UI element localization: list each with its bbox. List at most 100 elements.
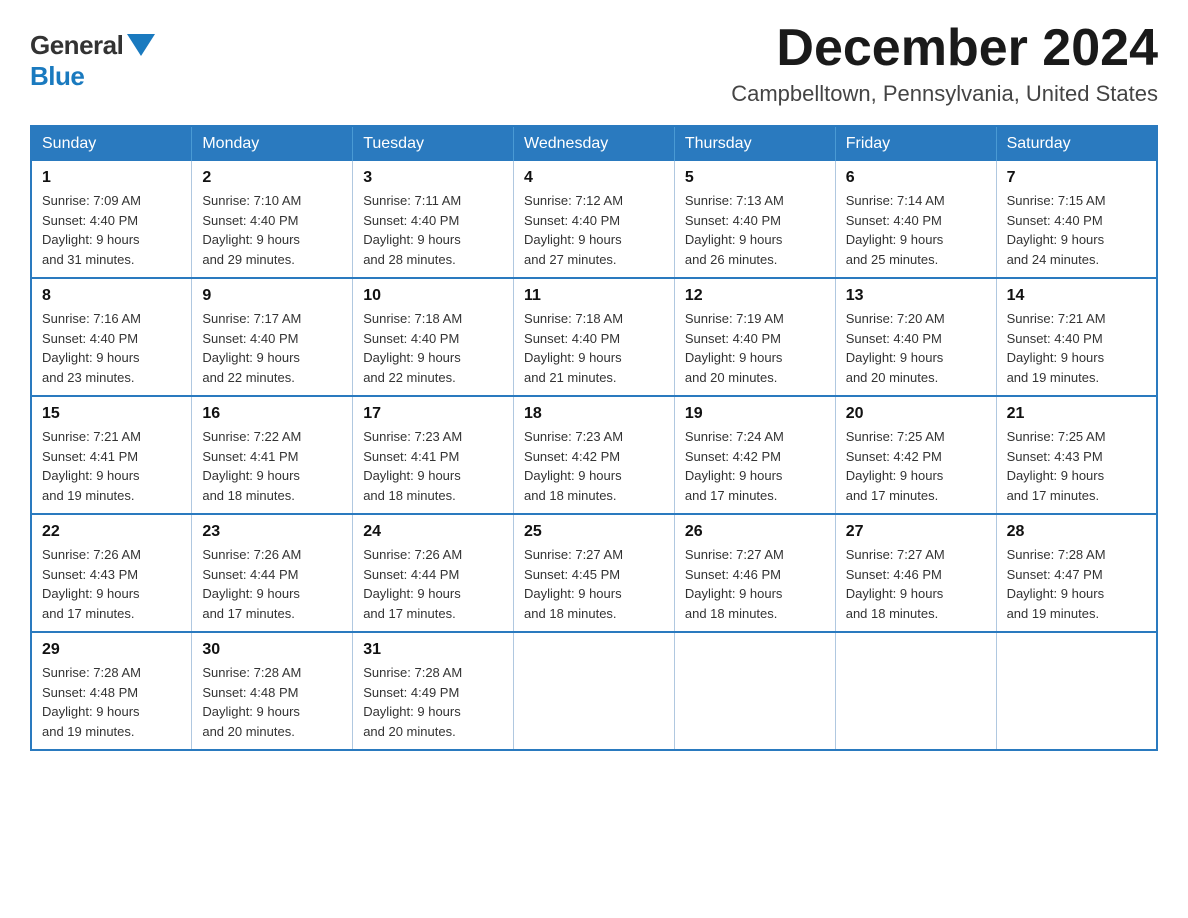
day-number: 2 — [202, 169, 342, 187]
calendar-cell: 6 Sunrise: 7:14 AMSunset: 4:40 PMDaylight… — [835, 161, 996, 278]
calendar-cell — [514, 632, 675, 750]
calendar-cell: 29 Sunrise: 7:28 AMSunset: 4:48 PMDayligh… — [31, 632, 192, 750]
day-number: 8 — [42, 287, 181, 305]
day-info: Sunrise: 7:25 AMSunset: 4:42 PMDaylight:… — [846, 427, 986, 505]
day-info: Sunrise: 7:15 AMSunset: 4:40 PMDaylight:… — [1007, 191, 1146, 269]
day-info: Sunrise: 7:11 AMSunset: 4:40 PMDaylight:… — [363, 191, 503, 269]
location-title: Campbelltown, Pennsylvania, United State… — [731, 81, 1158, 107]
day-number: 14 — [1007, 287, 1146, 305]
day-info: Sunrise: 7:26 AMSunset: 4:44 PMDaylight:… — [363, 545, 503, 623]
calendar-cell: 25Sunrise: 7:27 AMSunset: 4:45 PMDayligh… — [514, 514, 675, 632]
logo: General Blue — [30, 30, 155, 92]
day-info: Sunrise: 7:20 AMSunset: 4:40 PMDaylight:… — [846, 309, 986, 387]
day-number: 3 — [363, 169, 503, 187]
day-info: Sunrise: 7:10 AMSunset: 4:40 PMDaylight:… — [202, 191, 342, 269]
day-number: 20 — [846, 405, 986, 423]
calendar-cell: 27 Sunrise: 7:27 AMSunset: 4:46 PMDayligh… — [835, 514, 996, 632]
calendar-cell: 18 Sunrise: 7:23 AMSunset: 4:42 PMDayligh… — [514, 396, 675, 514]
day-number: 12 — [685, 287, 825, 305]
calendar-cell: 8Sunrise: 7:16 AMSunset: 4:40 PMDaylight… — [31, 278, 192, 396]
calendar-cell: 15Sunrise: 7:21 AMSunset: 4:41 PMDayligh… — [31, 396, 192, 514]
calendar-week-row: 15Sunrise: 7:21 AMSunset: 4:41 PMDayligh… — [31, 396, 1157, 514]
day-info: Sunrise: 7:18 AMSunset: 4:40 PMDaylight:… — [363, 309, 503, 387]
day-number: 30 — [202, 641, 342, 659]
day-info: Sunrise: 7:28 AMSunset: 4:48 PMDaylight:… — [42, 663, 181, 741]
weekday-header-wednesday: Wednesday — [514, 126, 675, 161]
calendar-cell — [835, 632, 996, 750]
day-number: 31 — [363, 641, 503, 659]
day-number: 6 — [846, 169, 986, 187]
day-number: 17 — [363, 405, 503, 423]
day-number: 27 — [846, 523, 986, 541]
day-info: Sunrise: 7:28 AMSunset: 4:48 PMDaylight:… — [202, 663, 342, 741]
day-info: Sunrise: 7:26 AMSunset: 4:44 PMDaylight:… — [202, 545, 342, 623]
calendar-cell: 24 Sunrise: 7:26 AMSunset: 4:44 PMDayligh… — [353, 514, 514, 632]
day-info: Sunrise: 7:13 AMSunset: 4:40 PMDaylight:… — [685, 191, 825, 269]
calendar-cell: 13 Sunrise: 7:20 AMSunset: 4:40 PMDayligh… — [835, 278, 996, 396]
day-info: Sunrise: 7:09 AMSunset: 4:40 PMDaylight:… — [42, 191, 181, 269]
day-info: Sunrise: 7:22 AMSunset: 4:41 PMDaylight:… — [202, 427, 342, 505]
day-number: 22 — [42, 523, 181, 541]
day-info: Sunrise: 7:28 AMSunset: 4:47 PMDaylight:… — [1007, 545, 1146, 623]
calendar-cell: 4Sunrise: 7:12 AMSunset: 4:40 PMDaylight… — [514, 161, 675, 278]
day-number: 26 — [685, 523, 825, 541]
calendar-cell: 19Sunrise: 7:24 AMSunset: 4:42 PMDayligh… — [674, 396, 835, 514]
calendar-week-row: 8Sunrise: 7:16 AMSunset: 4:40 PMDaylight… — [31, 278, 1157, 396]
day-number: 10 — [363, 287, 503, 305]
calendar-cell: 16 Sunrise: 7:22 AMSunset: 4:41 PMDayligh… — [192, 396, 353, 514]
calendar-cell: 23 Sunrise: 7:26 AMSunset: 4:44 PMDayligh… — [192, 514, 353, 632]
logo-triangle-icon — [127, 34, 155, 56]
title-area: December 2024 Campbelltown, Pennsylvania… — [731, 20, 1158, 107]
day-number: 16 — [202, 405, 342, 423]
day-number: 24 — [363, 523, 503, 541]
calendar-cell: 26 Sunrise: 7:27 AMSunset: 4:46 PMDayligh… — [674, 514, 835, 632]
day-number: 13 — [846, 287, 986, 305]
day-number: 5 — [685, 169, 825, 187]
weekday-header-thursday: Thursday — [674, 126, 835, 161]
calendar-week-row: 22Sunrise: 7:26 AMSunset: 4:43 PMDayligh… — [31, 514, 1157, 632]
weekday-header-sunday: Sunday — [31, 126, 192, 161]
calendar-cell: 7 Sunrise: 7:15 AMSunset: 4:40 PMDaylight… — [996, 161, 1157, 278]
day-number: 23 — [202, 523, 342, 541]
day-number: 9 — [202, 287, 342, 305]
weekday-header-saturday: Saturday — [996, 126, 1157, 161]
calendar-cell: 31 Sunrise: 7:28 AMSunset: 4:49 PMDayligh… — [353, 632, 514, 750]
calendar-cell: 5 Sunrise: 7:13 AMSunset: 4:40 PMDaylight… — [674, 161, 835, 278]
day-number: 11 — [524, 287, 664, 305]
day-number: 1 — [42, 169, 181, 187]
calendar-cell — [996, 632, 1157, 750]
calendar-cell: 1 Sunrise: 7:09 AMSunset: 4:40 PMDaylight… — [31, 161, 192, 278]
calendar-table: SundayMondayTuesdayWednesdayThursdayFrid… — [30, 125, 1158, 751]
weekday-header-tuesday: Tuesday — [353, 126, 514, 161]
weekday-header-friday: Friday — [835, 126, 996, 161]
logo-blue-text: Blue — [30, 61, 155, 92]
calendar-cell: 21 Sunrise: 7:25 AMSunset: 4:43 PMDayligh… — [996, 396, 1157, 514]
day-info: Sunrise: 7:25 AMSunset: 4:43 PMDaylight:… — [1007, 427, 1146, 505]
day-number: 21 — [1007, 405, 1146, 423]
weekday-header-monday: Monday — [192, 126, 353, 161]
day-info: Sunrise: 7:17 AMSunset: 4:40 PMDaylight:… — [202, 309, 342, 387]
day-info: Sunrise: 7:19 AMSunset: 4:40 PMDaylight:… — [685, 309, 825, 387]
day-number: 18 — [524, 405, 664, 423]
day-info: Sunrise: 7:12 AMSunset: 4:40 PMDaylight:… — [524, 191, 664, 269]
day-info: Sunrise: 7:23 AMSunset: 4:41 PMDaylight:… — [363, 427, 503, 505]
calendar-cell: 30 Sunrise: 7:28 AMSunset: 4:48 PMDayligh… — [192, 632, 353, 750]
calendar-cell: 12 Sunrise: 7:19 AMSunset: 4:40 PMDayligh… — [674, 278, 835, 396]
day-info: Sunrise: 7:28 AMSunset: 4:49 PMDaylight:… — [363, 663, 503, 741]
day-info: Sunrise: 7:14 AMSunset: 4:40 PMDaylight:… — [846, 191, 986, 269]
logo-general-text: General — [30, 30, 123, 61]
calendar-cell: 20 Sunrise: 7:25 AMSunset: 4:42 PMDayligh… — [835, 396, 996, 514]
day-info: Sunrise: 7:23 AMSunset: 4:42 PMDaylight:… — [524, 427, 664, 505]
calendar-cell: 9 Sunrise: 7:17 AMSunset: 4:40 PMDaylight… — [192, 278, 353, 396]
day-number: 19 — [685, 405, 825, 423]
page-header: General Blue December 2024 Campbelltown,… — [30, 20, 1158, 107]
day-info: Sunrise: 7:27 AMSunset: 4:46 PMDaylight:… — [846, 545, 986, 623]
month-title: December 2024 — [731, 20, 1158, 77]
calendar-cell: 22Sunrise: 7:26 AMSunset: 4:43 PMDayligh… — [31, 514, 192, 632]
calendar-cell: 2 Sunrise: 7:10 AMSunset: 4:40 PMDaylight… — [192, 161, 353, 278]
calendar-cell: 28Sunrise: 7:28 AMSunset: 4:47 PMDayligh… — [996, 514, 1157, 632]
day-number: 29 — [42, 641, 181, 659]
day-number: 7 — [1007, 169, 1146, 187]
day-info: Sunrise: 7:27 AMSunset: 4:45 PMDaylight:… — [524, 545, 664, 623]
day-info: Sunrise: 7:27 AMSunset: 4:46 PMDaylight:… — [685, 545, 825, 623]
